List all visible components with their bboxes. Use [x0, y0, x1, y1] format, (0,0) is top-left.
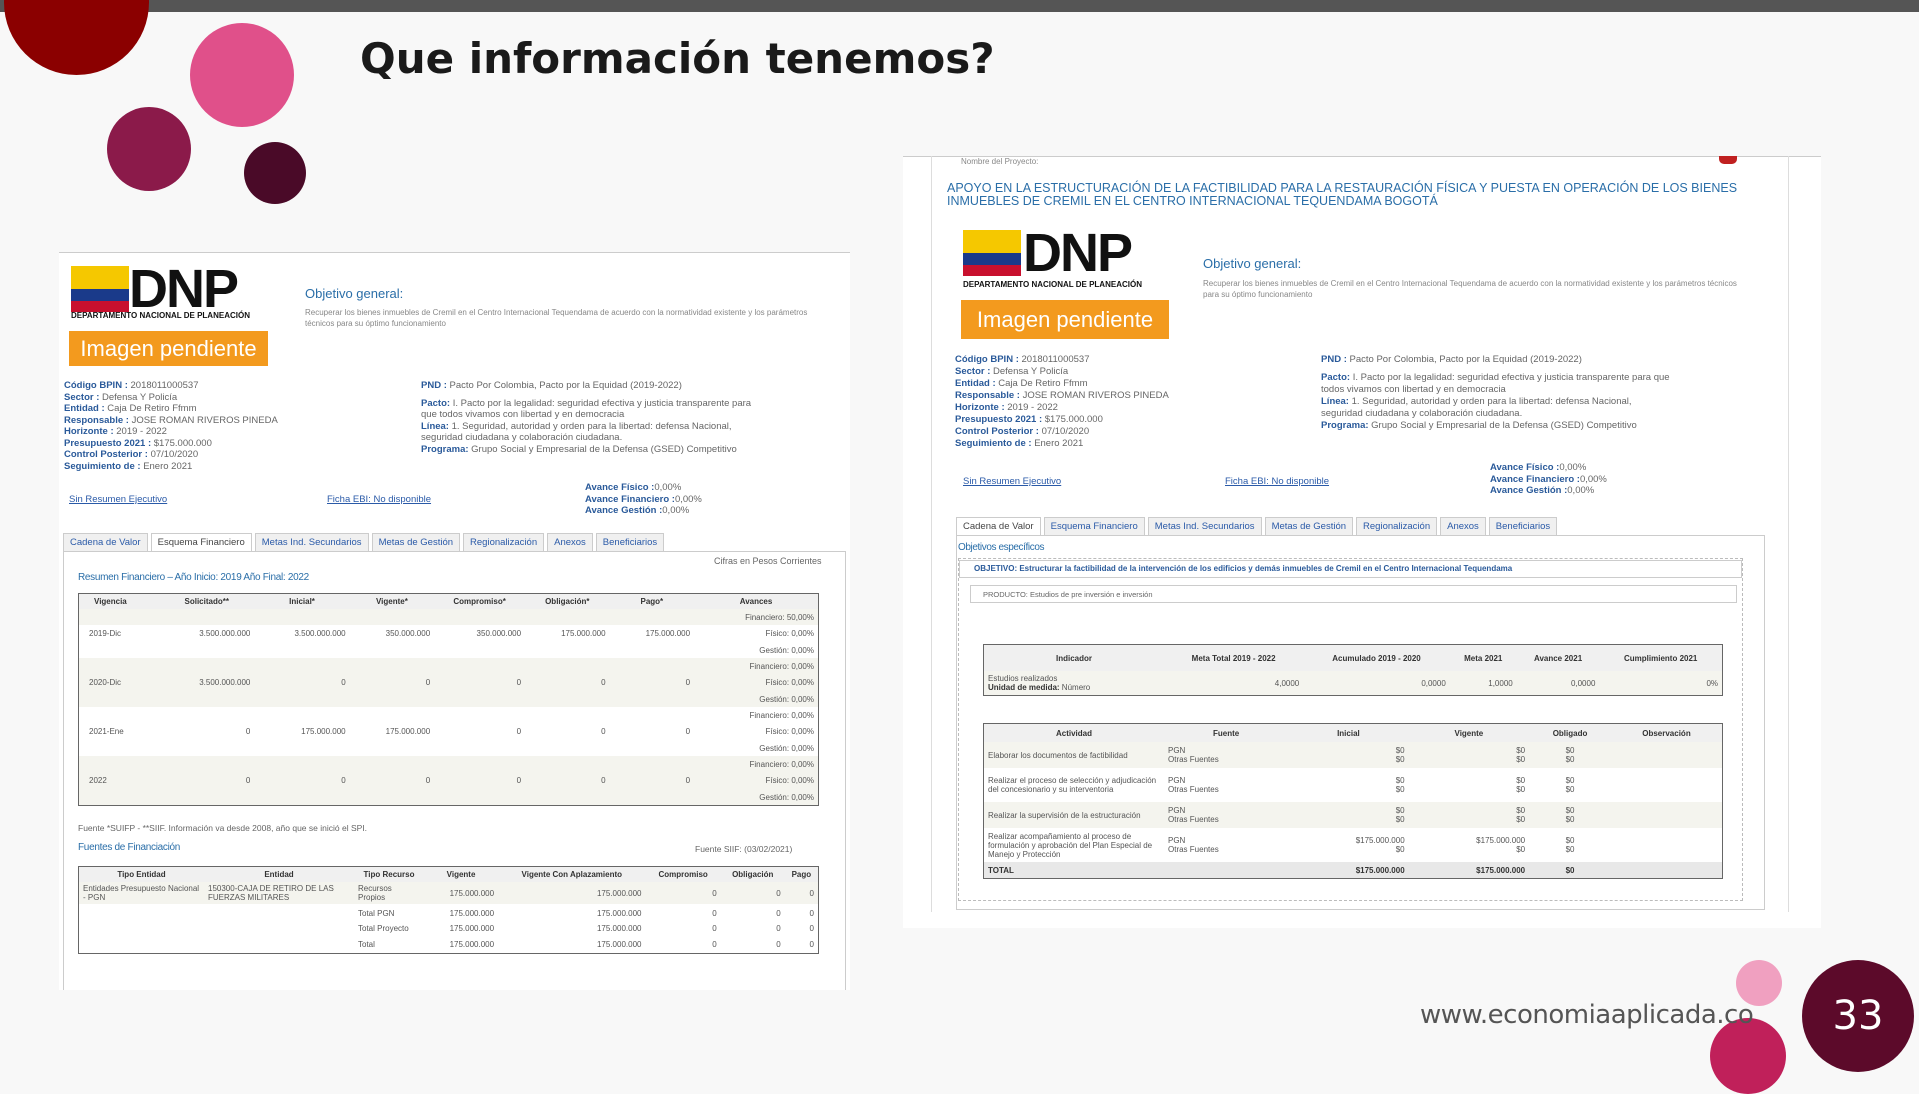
tab-anexos[interactable]: Anexos — [547, 533, 593, 551]
tab-esquema-financiero[interactable]: Esquema Financiero — [1043, 517, 1145, 535]
table-row: 2021-Ene 0 175.000.000 175.000.000 0 0 0 Físico… — [89, 727, 814, 736]
col-vigencia: Vigencia — [94, 597, 127, 606]
tab-beneficiarios[interactable]: Beneficiarios — [1488, 517, 1558, 535]
col-solicitado: Solicitado** — [184, 597, 229, 606]
colombia-flag-icon — [71, 266, 129, 312]
table-row: Financiero: 0,00% — [79, 756, 818, 772]
table-row: Realizar la supervisión de la estructura… — [984, 802, 1722, 828]
project-info-right: PND : Pacto Por Colombia, Pacto por la E… — [1321, 354, 1670, 431]
tab-bar: Cadena de Valor Esquema Financiero Metas… — [63, 533, 665, 551]
table-row: Gestión: 0,00% — [759, 645, 814, 655]
tab-beneficiarios[interactable]: Beneficiarios — [595, 533, 665, 551]
table-row: Gestión: 0,00% — [79, 789, 818, 805]
col-obligacion: Obligación* — [545, 597, 590, 606]
table-row: Financiero: 0,00% — [79, 658, 818, 674]
project-info-right: PND : Pacto Por Colombia, Pacto por la E… — [421, 380, 752, 455]
tab-regionalizacion[interactable]: Regionalización — [1356, 517, 1438, 535]
screenshot-esquema-financiero: DNP DEPARTAMENTO NACIONAL DE PLANEACIÓN … — [59, 252, 850, 990]
resumen-title: Resumen Financiero – Año Inicio: 2019 Añ… — [78, 572, 309, 583]
slide-title: Que información tenemos? — [360, 34, 995, 83]
fuente-siif: Fuente SIIF: (03/02/2021) — [695, 844, 793, 854]
cifras-note: Cifras en Pesos Corrientes — [714, 556, 822, 566]
dnp-logo: DNP — [1023, 223, 1133, 283]
tab-metas-gestion[interactable]: Metas de Gestión — [1264, 517, 1354, 535]
project-title: APOYO EN LA ESTRUCTURACIÓN DE LA FACTIBI… — [947, 181, 1738, 208]
table-row: Gestión: 0,00% — [79, 691, 818, 707]
tab-metas-ind-secundarios[interactable]: Metas Ind. Secundarios — [254, 533, 369, 551]
total-row: TOTAL $175.000.000 $175.000.000 $0 — [984, 862, 1722, 878]
red-icon — [1719, 156, 1737, 164]
colombia-flag-icon — [963, 230, 1021, 276]
fuentes-title: Fuentes de Financiación — [78, 842, 181, 853]
col-avances: Avances — [739, 597, 773, 606]
tab-metas-ind-secundarios[interactable]: Metas Ind. Secundarios — [1147, 517, 1262, 535]
table-row: Total Proyecto 175.000.000 175.000.000 0 0 0 — [358, 924, 814, 933]
objective-text: Recuperar los bienes inmuebles de Cremil… — [1203, 279, 1737, 299]
screenshot-cadena-valor: Nombre del Proyecto: APOYO EN LA ESTRUCT… — [903, 156, 1821, 928]
top-bar — [0, 0, 1919, 12]
table-row: 2019-Dic 3.500.000.000 3.500.000.000 350.00… — [89, 629, 814, 638]
ficha-ebi-link[interactable]: Ficha EBI: No disponible — [327, 494, 431, 505]
tab-anexos[interactable]: Anexos — [1440, 517, 1486, 535]
objective-label: Objetivo general: — [1203, 256, 1302, 271]
producto-header: PRODUCTO: Estudios de pre inversión e in… — [970, 585, 1737, 603]
decor-circle-2 — [190, 23, 294, 127]
ficha-ebi-link[interactable]: Ficha EBI: No disponible — [1225, 476, 1329, 487]
table-row: Elaborar los documentos de factibilidad P… — [984, 742, 1722, 768]
col-compromiso: Compromiso* — [453, 597, 506, 606]
tab-cadena-valor[interactable]: Cadena de Valor — [63, 533, 148, 551]
table-row: Realizar el proceso de selección y adjud… — [988, 776, 1575, 794]
avances-summary: Avance Físico :0,00% Avance Financiero :… — [1490, 462, 1607, 496]
tab-metas-gestion[interactable]: Metas de Gestión — [371, 533, 461, 551]
tab-bar: Cadena de Valor Esquema Financiero Metas… — [956, 517, 1558, 535]
resumen-table: Vigencia Solicitado** Inicial* Vigente* … — [78, 593, 819, 806]
table-row: Total 175.000.000 175.000.000 0 0 0 — [358, 939, 814, 949]
table-row: Financiero: 0,00% — [749, 710, 814, 720]
table-row: Estudios realizados Unidad de medida: Núm… — [984, 671, 1722, 695]
objetivos-especificos: Objetivos específicos — [958, 542, 1045, 553]
footer-url: www.economiaaplicada.co — [1420, 1000, 1754, 1030]
table-row: Entidades Presupuesto Nacional - PGN 1503… — [79, 882, 818, 904]
sin-resumen-link[interactable]: Sin Resumen Ejecutivo — [69, 494, 167, 505]
tab-esquema-financiero[interactable]: Esquema Financiero — [150, 533, 252, 551]
dnp-subtitle: DEPARTAMENTO NACIONAL DE PLANEACIÓN — [71, 311, 250, 320]
table-row: 2022 0 0 0 0 0 0 Físico: 0,00% — [79, 772, 818, 789]
decor-circle-4 — [244, 142, 306, 204]
project-info-left: Código BPIN : 2018011000537 Sector : Def… — [955, 354, 1169, 449]
dnp-logo: DNP — [129, 259, 239, 319]
table-row: 2020-Dic 3.500.000.000 0 0 0 0 0 Físico: 0,00% — [79, 674, 818, 691]
image-pending: Imagen pendiente — [961, 300, 1169, 339]
decor-circle-1 — [4, 0, 149, 75]
objective-label: Objetivo general: — [305, 286, 404, 301]
table-row: Financiero: 50,00% — [79, 609, 818, 625]
decor-circle-3 — [107, 107, 191, 191]
col-pago: Pago* — [640, 597, 664, 606]
avances-summary: Avance Físico :0,00% Avance Financiero :… — [585, 482, 702, 516]
image-pending: Imagen pendiente — [69, 331, 268, 366]
objetivo-header: OBJETIVO: Estructurar la factibilidad de… — [959, 560, 1742, 578]
page-number: 33 — [1802, 960, 1914, 1072]
fuentes-table: Tipo Entidad Entidad Tipo Recurso Vigent… — [78, 866, 819, 954]
tab-cadena-valor[interactable]: Cadena de Valor — [956, 517, 1041, 535]
tab-regionalizacion[interactable]: Regionalización — [463, 533, 545, 551]
project-info-left: Código BPIN : 2018011000537 Sector : Def… — [64, 380, 278, 472]
fuente-note: Fuente *SUIFP - **SIIF. Información va d… — [78, 823, 368, 833]
objective-text: Recuperar los bienes inmuebles de Cremil… — [305, 308, 808, 328]
top-border — [59, 252, 850, 253]
table-row: Total PGN 175.000.000 175.000.000 0 0 0 — [358, 908, 814, 918]
table-row: Realizar acompañamiento al proceso de fo… — [988, 831, 1575, 859]
nombre-label: Nombre del Proyecto: — [961, 157, 1039, 166]
activities-table: Actividad Fuente Inicial Vigente Obligad… — [983, 723, 1723, 879]
table-row: Gestión: 0,00% — [759, 743, 814, 753]
indicator-table: Indicador Meta Total 2019 - 2022 Acumula… — [983, 644, 1723, 696]
col-vigente: Vigente* — [375, 597, 408, 606]
col-inicial: Inicial* — [289, 597, 315, 606]
dnp-subtitle: DEPARTAMENTO NACIONAL DE PLANEACIÓN — [963, 280, 1142, 289]
sin-resumen-link[interactable]: Sin Resumen Ejecutivo — [963, 476, 1061, 487]
